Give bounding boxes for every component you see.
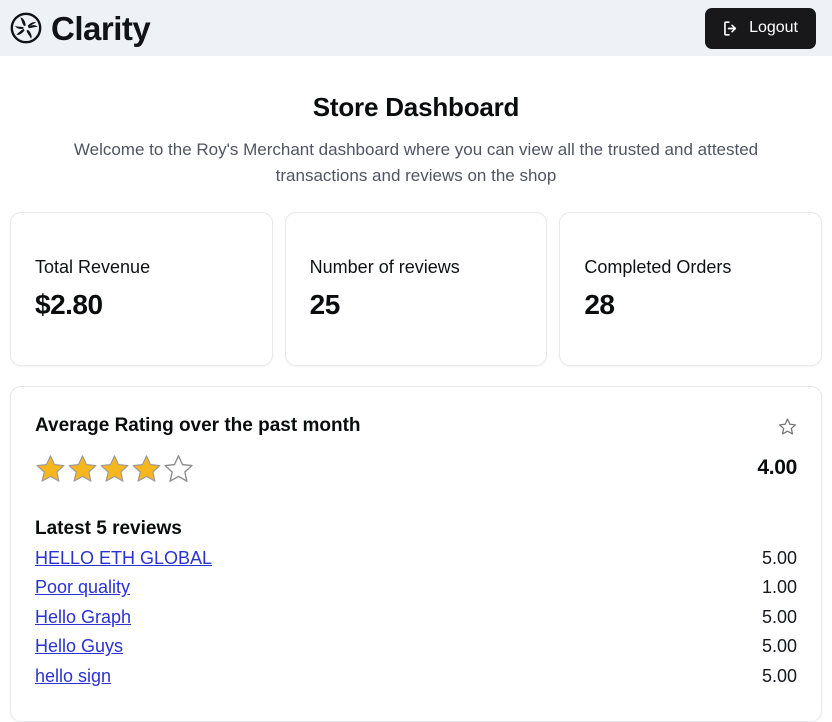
review-link[interactable]: Poor quality bbox=[35, 576, 130, 599]
stat-label: Number of reviews bbox=[309, 256, 460, 277]
review-row: HELLO ETH GLOBAL 5.00 bbox=[35, 547, 797, 570]
stat-value: $2.80 bbox=[35, 289, 103, 321]
rating-row: 4.00 bbox=[35, 453, 797, 484]
stat-card-total-revenue: Total Revenue $2.80 bbox=[10, 211, 273, 367]
star-rating bbox=[35, 453, 194, 484]
review-score: 5.00 bbox=[761, 665, 797, 686]
stat-label: Total Revenue bbox=[35, 256, 151, 277]
review-score: 5.00 bbox=[761, 606, 797, 627]
review-score: 1.00 bbox=[761, 577, 797, 598]
review-row: Hello Graph 5.00 bbox=[35, 606, 797, 629]
star-filled-icon bbox=[131, 453, 162, 484]
review-row: Hello Guys 5.00 bbox=[35, 635, 797, 658]
review-score: 5.00 bbox=[761, 547, 797, 568]
page-subtitle: Welcome to the Roy's Merchant dashboard … bbox=[73, 140, 759, 186]
latest-reviews-heading: Latest 5 reviews bbox=[35, 517, 182, 539]
panel-header: Average Rating over the past month bbox=[35, 415, 797, 438]
app-header: Clarity Logout bbox=[0, 0, 832, 56]
brand-name: Clarity bbox=[51, 9, 151, 47]
star-filled-icon bbox=[35, 453, 66, 484]
star-filled-icon bbox=[67, 453, 98, 484]
dashboard-page: Store Dashboard Welcome to the Roy's Mer… bbox=[0, 92, 832, 722]
rating-reviews-panel: Average Rating over the past month 4.00 … bbox=[10, 386, 822, 722]
star-filled-icon bbox=[99, 453, 130, 484]
pinwheel-logo-icon bbox=[10, 12, 42, 44]
review-score: 5.00 bbox=[761, 636, 797, 657]
review-link[interactable]: Hello Guys bbox=[35, 635, 123, 658]
average-rating-title: Average Rating over the past month bbox=[35, 415, 361, 437]
stat-value: 28 bbox=[584, 289, 615, 321]
logout-button[interactable]: Logout bbox=[705, 7, 816, 49]
review-row: hello sign 5.00 bbox=[35, 665, 797, 688]
review-link[interactable]: HELLO ETH GLOBAL bbox=[35, 547, 212, 570]
average-rating-value: 4.00 bbox=[757, 456, 797, 480]
stat-card-completed-orders: Completed Orders 28 bbox=[559, 211, 823, 367]
star-outline-icon bbox=[778, 415, 797, 436]
page-title: Store Dashboard bbox=[312, 92, 520, 122]
review-link[interactable]: Hello Graph bbox=[35, 606, 131, 629]
stat-card-number-of-reviews: Number of reviews 25 bbox=[284, 211, 548, 367]
logout-button-label: Logout bbox=[749, 19, 798, 36]
star-empty-icon bbox=[163, 453, 194, 484]
stat-value: 25 bbox=[309, 289, 341, 321]
review-row: Poor quality 1.00 bbox=[35, 576, 797, 599]
logout-arrow-icon bbox=[721, 19, 740, 38]
stats-row: Total Revenue $2.80 Number of reviews 25… bbox=[10, 211, 823, 367]
review-link[interactable]: hello sign bbox=[35, 665, 111, 688]
stat-label: Completed Orders bbox=[584, 256, 732, 277]
brand: Clarity bbox=[10, 9, 151, 47]
